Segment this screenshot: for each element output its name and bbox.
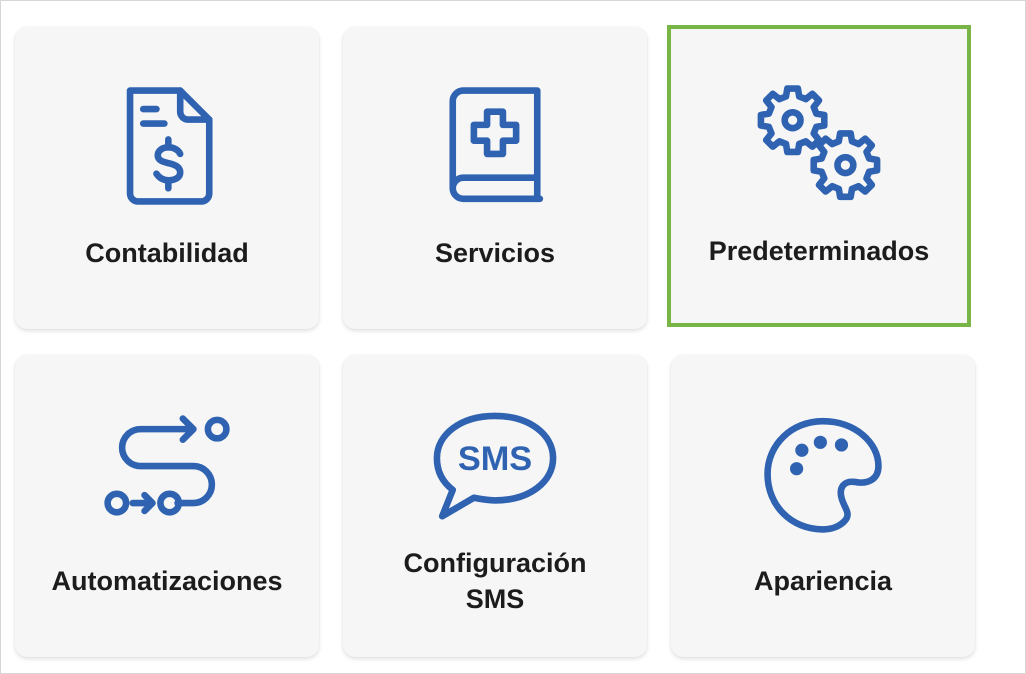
tile-configuracion-sms[interactable]: SMS Configuración SMS	[343, 355, 647, 657]
settings-panel: Contabilidad Servicios Predeterminados A…	[0, 0, 1026, 674]
medical-book-icon	[343, 81, 647, 211]
gears-icon	[671, 79, 967, 209]
tile-label-line1: Configuración	[403, 548, 587, 578]
tile-servicios[interactable]: Servicios	[343, 27, 647, 329]
sms-icon-text: SMS	[458, 440, 532, 478]
tile-label-line2: SMS	[465, 584, 525, 614]
tile-label: Apariencia	[753, 566, 893, 596]
tile-label: Automatizaciones	[51, 566, 283, 596]
tile-automatizaciones[interactable]: Automatizaciones	[15, 355, 319, 657]
tile-apariencia[interactable]: Apariencia	[671, 355, 975, 657]
invoice-dollar-icon	[15, 81, 319, 211]
workflow-route-icon	[15, 409, 319, 539]
palette-icon	[671, 409, 975, 539]
sms-bubble-icon: SMS	[343, 409, 647, 539]
tile-label: Contabilidad	[85, 238, 249, 268]
tile-label: Servicios	[434, 238, 556, 268]
tile-contabilidad[interactable]: Contabilidad	[15, 27, 319, 329]
tile-label: Configuración SMS	[353, 545, 637, 617]
tile-label: Predeterminados	[708, 236, 930, 266]
tile-predeterminados[interactable]: Predeterminados	[667, 25, 971, 327]
